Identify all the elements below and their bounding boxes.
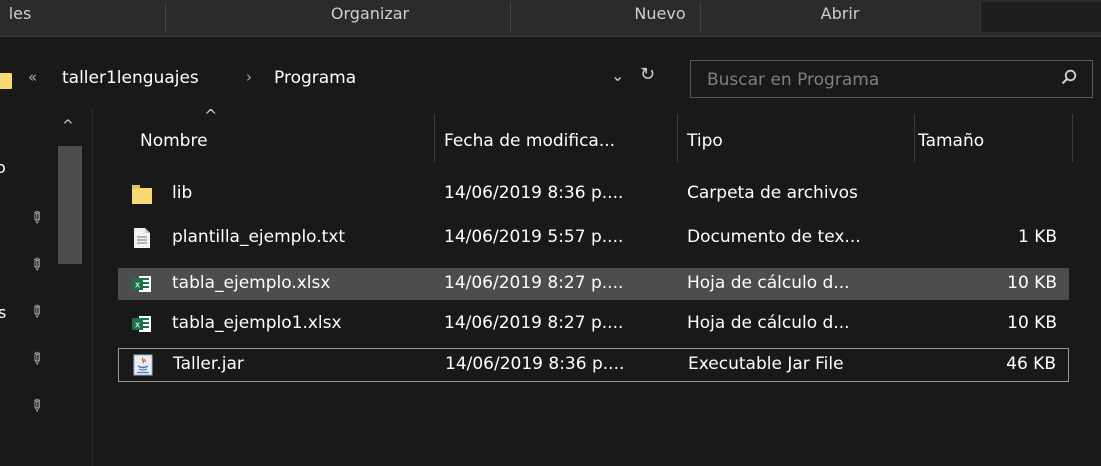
ribbon-separator	[165, 2, 166, 32]
file-date: 14/06/2019 8:27 p....	[444, 273, 624, 293]
file-name: tabla_ejemplo.xlsx	[172, 273, 331, 293]
file-row[interactable]: x tabla_ejemplo1.xlsx 14/06/2019 8:27 p.…	[118, 308, 1069, 340]
scroll-up-icon[interactable]: ^	[62, 118, 74, 134]
file-size: 46 KB	[1006, 354, 1056, 374]
column-header-type[interactable]: Tipo	[687, 131, 723, 151]
file-type: Hoja de cálculo d...	[687, 313, 850, 333]
text-file-icon	[132, 227, 152, 249]
file-type: Hoja de cálculo d...	[687, 273, 850, 293]
nav-item-partial[interactable]: s	[0, 303, 6, 322]
breadcrumb-item-programa[interactable]: Programa	[274, 68, 356, 88]
ribbon-group-select[interactable]	[980, 2, 1101, 32]
ribbon-group-open[interactable]: Abrir	[780, 0, 900, 36]
file-name: tabla_ejemplo1.xlsx	[172, 313, 342, 333]
file-row[interactable]: Taller.jar 14/06/2019 8:36 p.... Executa…	[118, 348, 1069, 382]
column-divider[interactable]	[914, 114, 915, 162]
file-type: Carpeta de archivos	[687, 183, 858, 203]
ribbon-group-new[interactable]: Nuevo	[600, 0, 720, 36]
file-type: Documento de tex...	[687, 227, 861, 247]
breadcrumb-item-taller1lenguajes[interactable]: taller1lenguajes	[62, 68, 199, 88]
column-header-date[interactable]: Fecha de modifica...	[444, 131, 615, 151]
search-input[interactable]	[705, 67, 1049, 93]
file-date: 14/06/2019 5:57 p....	[444, 227, 624, 247]
search-icon[interactable]	[1061, 69, 1077, 85]
sort-ascending-icon: ^	[204, 106, 218, 125]
java-jar-icon	[133, 354, 153, 376]
column-divider[interactable]	[1072, 114, 1073, 162]
file-row[interactable]: lib 14/06/2019 8:36 p.... Carpeta de arc…	[118, 178, 1069, 210]
file-row[interactable]: x tabla_ejemplo.xlsx 14/06/2019 8:27 p..…	[118, 268, 1069, 300]
svg-text:x: x	[135, 281, 141, 291]
breadcrumb-separator[interactable]: ›	[246, 68, 252, 86]
excel-file-icon: x	[132, 313, 152, 335]
folder-icon	[0, 73, 12, 89]
file-name: Taller.jar	[173, 354, 244, 374]
chevron-down-icon[interactable]: ⌄	[611, 66, 624, 85]
file-size: 1 KB	[1017, 227, 1057, 247]
nav-scrollbar-thumb[interactable]	[58, 146, 82, 264]
ribbon-separator	[700, 2, 701, 32]
excel-file-icon: x	[132, 273, 152, 295]
file-size: 10 KB	[1007, 313, 1057, 333]
file-name: plantilla_ejemplo.txt	[172, 227, 346, 247]
breadcrumb-overflow[interactable]: «	[28, 68, 37, 86]
refresh-icon[interactable]: ↻	[640, 64, 655, 85]
search-box[interactable]	[690, 60, 1093, 98]
file-type: Executable Jar File	[688, 354, 844, 374]
ribbon-group-organize[interactable]: Organizar	[240, 0, 500, 36]
column-header-name[interactable]: Nombre	[140, 131, 208, 151]
nav-item-partial[interactable]: o	[0, 158, 6, 177]
column-divider[interactable]	[434, 114, 435, 162]
column-header-size[interactable]: Tamaño	[918, 131, 984, 151]
ribbon-group-partial[interactable]: les	[0, 0, 40, 36]
file-date: 14/06/2019 8:36 p....	[445, 354, 625, 374]
file-name: lib	[172, 183, 193, 203]
column-divider[interactable]	[677, 114, 678, 162]
file-date: 14/06/2019 8:27 p....	[444, 313, 624, 333]
folder-icon	[132, 183, 152, 205]
file-row[interactable]: plantilla_ejemplo.txt 14/06/2019 5:57 p.…	[118, 222, 1069, 254]
ribbon-separator	[510, 2, 511, 32]
ribbon: les Organizar Nuevo Abrir	[0, 0, 1101, 37]
file-date: 14/06/2019 8:36 p....	[444, 183, 624, 203]
svg-text:x: x	[135, 321, 141, 331]
file-size: 10 KB	[1007, 273, 1057, 293]
